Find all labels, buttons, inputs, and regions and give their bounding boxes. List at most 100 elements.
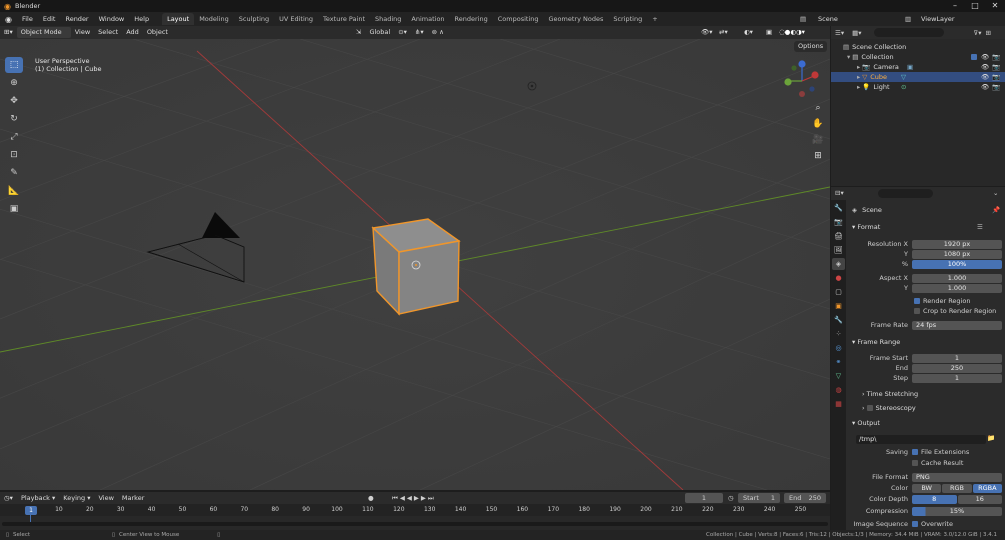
outliner-collection[interactable]: ▾ ▤ Collection 👁 📷 bbox=[831, 52, 1005, 62]
add-cube-tool-icon[interactable]: ▣ bbox=[5, 201, 23, 217]
texture-tab-icon[interactable]: ▦ bbox=[832, 398, 845, 410]
playback-controls-icon[interactable]: ⏮◀◀▶▶⏭ bbox=[392, 494, 436, 503]
modifier-tab-icon[interactable]: 🔧 bbox=[832, 314, 845, 326]
current-frame-field[interactable]: 1 bbox=[685, 493, 723, 503]
zoom-icon[interactable]: ⌕ bbox=[812, 100, 824, 116]
outliner-item-cube[interactable]: ▸ ▽ Cube ▽ 👁 📷 bbox=[831, 72, 1005, 82]
scene-icon[interactable]: ▤ bbox=[800, 15, 806, 23]
expand-icon[interactable]: ▸ bbox=[857, 82, 860, 92]
view-layer-tab-icon[interactable]: 🖼 bbox=[832, 244, 845, 256]
menu-view[interactable]: View bbox=[71, 27, 94, 38]
tab-rendering[interactable]: Rendering bbox=[450, 13, 493, 25]
tool-tab-icon[interactable]: 🔧 bbox=[832, 202, 845, 214]
outliner-item-light[interactable]: ▸ 💡 Light ⊙ 👁 📷 bbox=[831, 82, 1005, 92]
include-checkbox[interactable] bbox=[971, 54, 977, 60]
format-panel-header[interactable]: ▾ Format bbox=[852, 222, 880, 233]
scale-tool-icon[interactable]: ⤢ bbox=[5, 129, 23, 145]
playhead-marker[interactable]: 1 bbox=[25, 506, 37, 515]
outliner-search-input[interactable] bbox=[873, 28, 944, 37]
cache-result-checkbox[interactable] bbox=[912, 460, 918, 466]
outliner-editor-icon[interactable]: ☰▾ bbox=[835, 29, 844, 37]
camera-view-icon[interactable]: 🎥 bbox=[812, 132, 824, 148]
menu-object[interactable]: Object bbox=[143, 27, 172, 38]
proportional-edit-icon[interactable]: ⊚ ∧ bbox=[428, 27, 448, 38]
editor-type-icon[interactable]: ⊞▾ bbox=[0, 27, 17, 38]
select-box-tool-icon[interactable]: ⬚ bbox=[5, 57, 23, 73]
depth-16-button[interactable]: 16 bbox=[957, 494, 1002, 504]
cursor-tool-icon[interactable]: ⊕ bbox=[5, 75, 23, 91]
visibility-icon[interactable]: 👁▾ bbox=[697, 27, 717, 38]
keying-menu[interactable]: Keying ▾ bbox=[59, 493, 94, 504]
pin-icon[interactable]: 📌 bbox=[992, 206, 1000, 214]
depth-8-button[interactable]: 8 bbox=[912, 494, 957, 504]
file-extensions-checkbox[interactable] bbox=[912, 449, 918, 455]
shading-modes-icon[interactable]: ◌●◐◑▾ bbox=[775, 27, 809, 38]
view-layer-name[interactable]: ViewLayer bbox=[921, 15, 955, 23]
filter-icon[interactable]: ⊽▾ bbox=[974, 29, 982, 37]
eye-icon[interactable]: 👁 bbox=[981, 52, 989, 62]
timeline-view-menu[interactable]: View bbox=[94, 493, 117, 504]
annotate-tool-icon[interactable]: ✎ bbox=[5, 165, 23, 181]
menu-add[interactable]: Add bbox=[122, 27, 143, 38]
physics-tab-icon[interactable]: ◎ bbox=[832, 342, 845, 354]
timeline-ruler[interactable]: 10 20 30 40 50 60 70 80 90 100 110 120 130 140 150 160 1… bbox=[0, 504, 830, 516]
frame-end-field[interactable]: 250 bbox=[912, 363, 1002, 373]
tab-geometry-nodes[interactable]: Geometry Nodes bbox=[544, 13, 609, 25]
camera-render-icon[interactable]: 📷 bbox=[992, 82, 1000, 92]
pivot-icon[interactable]: ⊙▾ bbox=[394, 27, 411, 38]
marker-menu[interactable]: Marker bbox=[118, 493, 148, 504]
object-mode-select[interactable]: Object Mode bbox=[16, 27, 71, 38]
overwrite-checkbox[interactable] bbox=[912, 521, 918, 527]
material-tab-icon[interactable]: ◍ bbox=[832, 384, 845, 396]
menu-render[interactable]: Render bbox=[60, 15, 93, 23]
world-tab-icon[interactable]: ● bbox=[832, 272, 845, 284]
color-rgb-button[interactable]: RGB bbox=[942, 483, 972, 493]
scene-name[interactable]: Scene bbox=[818, 15, 838, 23]
output-tab-icon[interactable]: 🖨 bbox=[832, 230, 845, 242]
tab-modeling[interactable]: Modeling bbox=[194, 13, 234, 25]
display-mode-icon[interactable]: ▦▾ bbox=[852, 29, 861, 37]
tab-sculpting[interactable]: Sculpting bbox=[234, 13, 274, 25]
output-panel-header[interactable]: ▾ Output bbox=[852, 418, 880, 429]
camera-render-icon[interactable]: 📷 bbox=[992, 62, 1000, 72]
eye-icon[interactable]: 👁 bbox=[981, 72, 989, 82]
chevron-down-icon[interactable]: ⌄ bbox=[993, 189, 998, 197]
eye-icon[interactable]: 👁 bbox=[981, 82, 989, 92]
menu-edit[interactable]: Edit bbox=[38, 15, 61, 23]
menu-select[interactable]: Select bbox=[94, 27, 122, 38]
properties-editor-icon[interactable]: ⊟▾ bbox=[835, 189, 844, 197]
constraints-tab-icon[interactable]: ⚭ bbox=[832, 356, 845, 368]
snap-icon[interactable]: ⋔▾ bbox=[411, 27, 428, 38]
frame-step-field[interactable]: 1 bbox=[912, 373, 1002, 383]
resolution-pct-field[interactable]: 100% bbox=[912, 259, 1002, 269]
maximize-icon[interactable]: □ bbox=[965, 0, 985, 12]
collection-tab-icon[interactable]: ▢ bbox=[832, 286, 845, 298]
camera-data-icon[interactable]: ▣ bbox=[907, 62, 913, 72]
crop-region-row[interactable]: Crop to Render Region bbox=[914, 306, 1005, 316]
eye-icon[interactable]: 👁 bbox=[981, 62, 989, 72]
camera-render-icon[interactable]: 📷 bbox=[992, 72, 1000, 82]
tab-uv-editing[interactable]: UV Editing bbox=[274, 13, 318, 25]
keyframe-record-icon[interactable]: ● bbox=[368, 494, 374, 502]
timeline-editor-icon[interactable]: ◷▾ bbox=[0, 493, 17, 504]
tab-compositing[interactable]: Compositing bbox=[493, 13, 544, 25]
timeline[interactable]: 10 20 30 40 50 60 70 80 90 100 110 120 130 140 150 160 1… bbox=[0, 504, 830, 530]
clock-icon[interactable]: ◷ bbox=[728, 494, 734, 502]
timeline-scrollbar[interactable] bbox=[2, 522, 828, 526]
tab-shading[interactable]: Shading bbox=[370, 13, 406, 25]
tab-layout[interactable]: Layout bbox=[162, 13, 195, 25]
menu-help[interactable]: Help bbox=[129, 15, 154, 23]
move-tool-icon[interactable]: ✥ bbox=[5, 93, 23, 109]
viewport-3d[interactable]: User Perspective (1) Collection | Cube O… bbox=[0, 39, 830, 490]
output-path-input[interactable]: /tmp\ bbox=[856, 434, 986, 444]
expand-icon[interactable]: ▾ bbox=[847, 52, 850, 62]
minimize-icon[interactable]: – bbox=[945, 0, 965, 12]
tab-texture-paint[interactable]: Texture Paint bbox=[318, 13, 370, 25]
add-workspace-button[interactable]: + bbox=[647, 13, 662, 25]
menu-window[interactable]: Window bbox=[94, 15, 130, 23]
color-bw-button[interactable]: BW bbox=[912, 483, 942, 493]
gizmo-toggle-icon[interactable]: ⇄▾ bbox=[715, 27, 732, 38]
pan-hand-icon[interactable]: ✋ bbox=[812, 116, 824, 132]
expand-icon[interactable]: ▸ bbox=[857, 62, 860, 72]
time-stretching-header[interactable]: › Time Stretching bbox=[862, 389, 918, 400]
